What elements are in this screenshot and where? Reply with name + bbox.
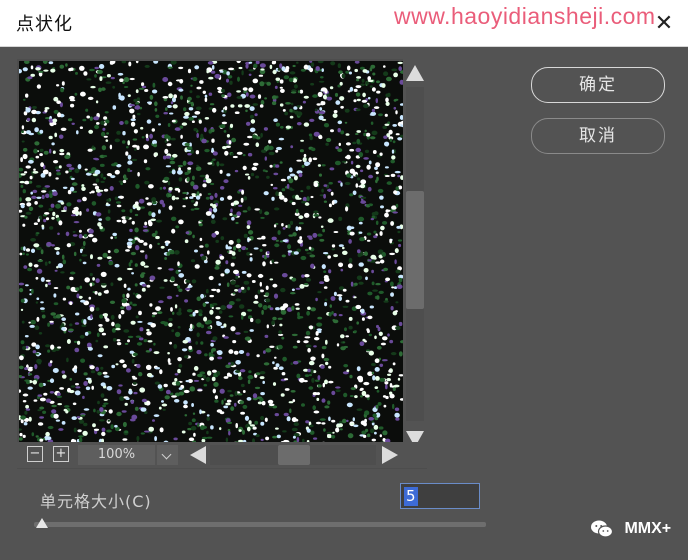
- preview-image[interactable]: [19, 61, 403, 445]
- vertical-scroll-track[interactable]: [406, 87, 424, 421]
- pointillize-preview: [19, 61, 403, 445]
- dialog-body: − + 100% 确定 取消 单元格大小(C) 5 MMX+: [0, 47, 688, 560]
- title-bar: 点状化 www.haoyidiansheji.com ✕: [0, 0, 688, 47]
- cell-size-slider[interactable]: [34, 522, 486, 527]
- watermark-text: www.haoyidiansheji.com: [394, 3, 656, 29]
- zoom-in-button[interactable]: +: [53, 446, 69, 462]
- dialog-title: 点状化: [16, 14, 73, 35]
- horizontal-scroll-track[interactable]: [210, 445, 376, 465]
- wechat-icon: [591, 520, 614, 538]
- preview-panel: [17, 59, 427, 469]
- cell-size-value[interactable]: 5: [404, 487, 418, 506]
- wechat-badge: MMX+: [590, 519, 671, 541]
- cell-size-input[interactable]: 5: [400, 483, 480, 509]
- zoom-dropdown-chevron-icon[interactable]: [157, 445, 178, 465]
- vertical-scroll-thumb[interactable]: [406, 191, 424, 309]
- zoom-bar: − + 100%: [17, 442, 427, 468]
- badge-text: MMX+: [624, 520, 672, 537]
- scroll-up-icon[interactable]: [406, 65, 424, 81]
- horizontal-scroll-thumb[interactable]: [278, 445, 310, 465]
- cell-size-label: 单元格大小(C): [40, 492, 152, 511]
- scroll-left-icon[interactable]: [190, 446, 206, 464]
- ok-button[interactable]: 确定: [531, 67, 665, 103]
- zoom-level[interactable]: 100%: [78, 445, 155, 465]
- zoom-out-button[interactable]: −: [27, 446, 43, 462]
- scroll-right-icon[interactable]: [382, 446, 398, 464]
- cancel-button[interactable]: 取消: [531, 118, 665, 154]
- close-icon[interactable]: ✕: [652, 12, 676, 36]
- preview-vertical-scrollbar[interactable]: [403, 59, 427, 449]
- cell-size-slider-thumb[interactable]: [36, 518, 48, 528]
